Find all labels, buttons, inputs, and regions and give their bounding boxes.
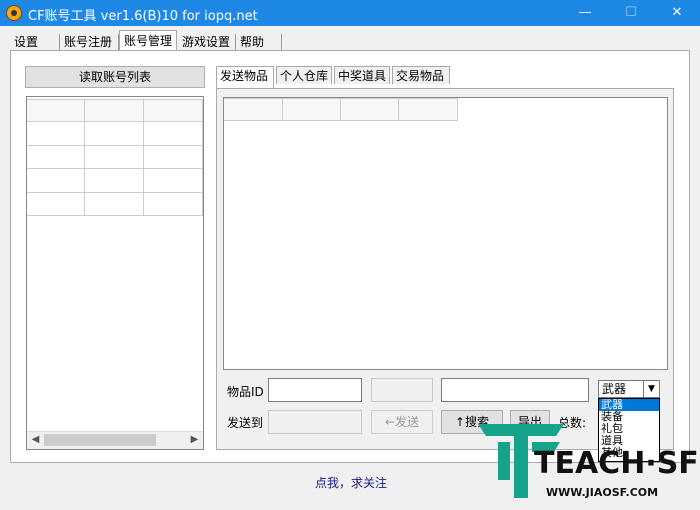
list-cell[interactable] <box>27 193 85 216</box>
category-select[interactable]: 武器 ▼ <box>598 380 660 398</box>
maximize-button[interactable]: ☐ <box>608 0 654 26</box>
list-header-cell[interactable] <box>85 99 144 122</box>
send-button[interactable]: ←发送 <box>371 410 433 434</box>
tab-send-items[interactable]: 发送物品 <box>216 66 274 88</box>
list-cell[interactable] <box>27 146 85 169</box>
minimize-button[interactable]: — <box>562 0 608 26</box>
tab-account-management[interactable]: 账号管理 <box>119 30 177 50</box>
main-tab-bar: 设置 账号注册 账号管理 游戏设置 帮助 <box>0 26 700 50</box>
category-selected-value: 武器 <box>602 382 627 396</box>
horizontal-scrollbar[interactable]: ◀ ▶ <box>27 431 203 449</box>
watermark-logo: TEACH·SF WWW.JIAOSF.COM <box>476 420 699 506</box>
scroll-thumb[interactable] <box>44 434 156 446</box>
list-cell[interactable] <box>85 146 144 169</box>
list-cell[interactable] <box>85 169 144 193</box>
items-header-cell[interactable] <box>283 98 341 121</box>
close-button[interactable]: ✕ <box>654 0 700 26</box>
item-id-label: 物品ID <box>227 385 264 399</box>
list-cell[interactable] <box>144 122 203 146</box>
scroll-left-icon[interactable]: ◀ <box>27 432 44 448</box>
scroll-right-icon[interactable]: ▶ <box>186 432 203 448</box>
app-icon <box>6 5 22 21</box>
items-header-cell[interactable] <box>224 98 283 121</box>
send-to-label: 发送到 <box>227 416 264 430</box>
tab-help[interactable]: 帮助 <box>236 34 282 50</box>
item-readonly-field <box>371 378 433 402</box>
items-list[interactable] <box>223 97 668 370</box>
tab-trade-items[interactable]: 交易物品 <box>392 66 450 84</box>
items-header-cell[interactable] <box>399 98 458 121</box>
window-title: CF账号工具 ver1.6(B)10 for iopq.net <box>28 9 258 24</box>
title-bar: CF账号工具 ver1.6(B)10 for iopq.net — ☐ ✕ <box>0 0 700 26</box>
list-cell[interactable] <box>85 122 144 146</box>
list-header-cell[interactable] <box>27 99 85 122</box>
account-list[interactable]: ◀ ▶ <box>26 96 204 450</box>
list-cell[interactable] <box>144 169 203 193</box>
items-header-cell[interactable] <box>341 98 399 121</box>
item-id-input[interactable] <box>268 378 362 402</box>
chevron-down-icon[interactable]: ▼ <box>643 381 659 397</box>
list-cell[interactable] <box>27 122 85 146</box>
list-cell[interactable] <box>144 193 203 216</box>
read-account-list-button[interactable]: 读取账号列表 <box>25 66 205 88</box>
tab-personal-warehouse[interactable]: 个人仓库 <box>276 66 332 84</box>
list-cell[interactable] <box>144 146 203 169</box>
list-cell[interactable] <box>85 193 144 216</box>
watermark-text: TEACH·SF <box>534 446 699 481</box>
tab-prize-items[interactable]: 中奖道具 <box>334 66 390 84</box>
tab-game-settings[interactable]: 游戏设置 <box>178 34 236 50</box>
tab-account-register[interactable]: 账号注册 <box>60 34 119 50</box>
watermark-url: WWW.JIAOSF.COM <box>546 486 659 499</box>
follow-link[interactable]: 点我，求关注 <box>315 474 387 491</box>
list-header-cell[interactable] <box>144 99 203 122</box>
item-name-field[interactable] <box>441 378 589 402</box>
send-to-input[interactable] <box>268 410 362 434</box>
list-cell[interactable] <box>27 169 85 193</box>
tab-settings[interactable]: 设置 <box>10 34 60 50</box>
